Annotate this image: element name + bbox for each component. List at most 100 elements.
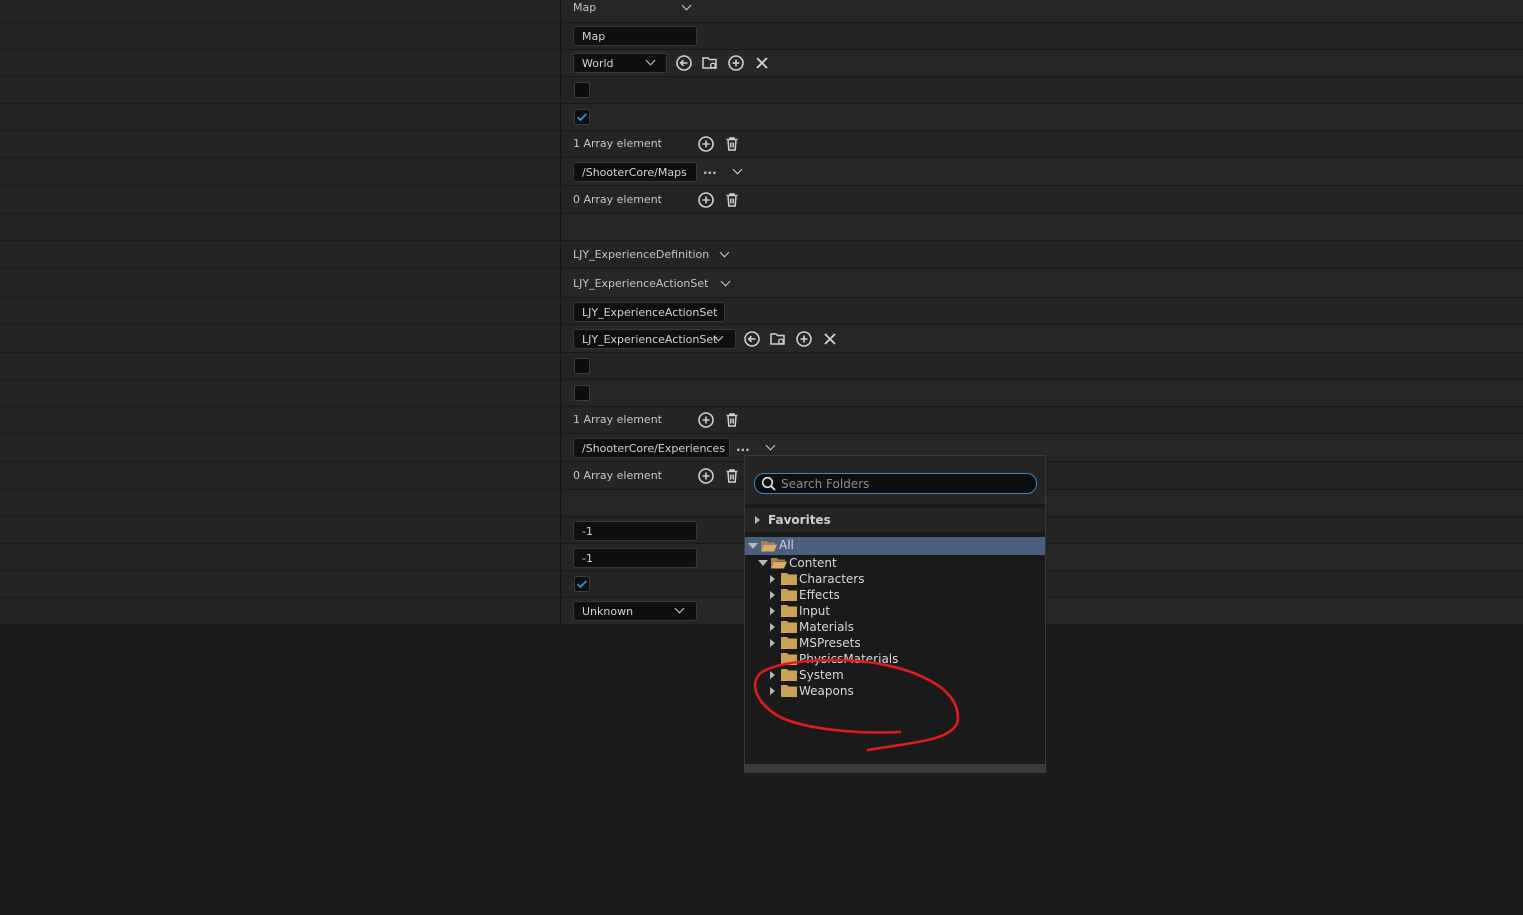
tree-item-input[interactable]: Input — [745, 603, 1045, 619]
property-row — [0, 186, 1523, 214]
browse-folder-icon[interactable] — [769, 330, 787, 348]
experience-action-set-label: LJY_ExperienceActionSet — [573, 277, 709, 290]
tree-item-label: PhysicsMaterials — [799, 652, 899, 666]
property-name-cell — [0, 269, 561, 297]
add-element-icon[interactable] — [697, 135, 715, 153]
checkbox-unchecked[interactable] — [574, 385, 590, 401]
folder-icon — [781, 573, 797, 585]
search-area — [745, 456, 1045, 504]
tree-item-label: Materials — [799, 620, 855, 634]
tree-item-physicsmaterials[interactable]: PhysicsMaterials — [745, 651, 1045, 667]
trash-icon[interactable] — [723, 467, 741, 485]
search-folders-input[interactable] — [781, 476, 1031, 491]
tree-item-characters[interactable]: Characters — [745, 571, 1045, 587]
clear-x-icon[interactable] — [753, 54, 771, 72]
folder-icon — [781, 637, 797, 649]
checkbox-unchecked[interactable] — [574, 358, 590, 374]
folder-icon — [781, 589, 797, 601]
search-box[interactable] — [754, 473, 1037, 494]
property-name-cell — [0, 0, 561, 22]
checkbox-unchecked[interactable] — [574, 82, 590, 98]
use-selected-icon[interactable] — [743, 330, 761, 348]
folder-icon — [781, 685, 797, 697]
property-name-cell — [0, 214, 561, 240]
property-name-cell — [0, 23, 561, 49]
tree-item-materials[interactable]: Materials — [745, 619, 1045, 635]
experiences-path-field[interactable]: /ShooterCore/Experiences — [573, 438, 730, 458]
horizontal-scrollbar[interactable] — [745, 764, 1045, 772]
ellipsis-button[interactable]: ... — [703, 163, 717, 177]
expand-arrow-icon[interactable] — [770, 591, 775, 599]
search-icon — [761, 476, 776, 491]
tree-item-weapons[interactable]: Weapons — [745, 683, 1045, 699]
favorites-section[interactable]: Favorites — [745, 508, 1045, 532]
property-row — [0, 407, 1523, 434]
property-name-cell — [0, 104, 561, 130]
property-row — [0, 23, 1523, 50]
property-name-cell — [0, 158, 561, 185]
numeric-field[interactable]: -1 — [573, 548, 697, 568]
array-count-label: 1 Array element — [573, 137, 662, 150]
expand-arrow-icon[interactable] — [770, 671, 775, 679]
collapse-arrow-icon[interactable] — [758, 560, 768, 566]
checkbox-checked[interactable] — [574, 109, 590, 125]
property-name-cell — [0, 186, 561, 213]
add-circle-icon[interactable] — [795, 330, 813, 348]
property-name-cell — [0, 50, 561, 76]
expand-arrow-icon[interactable] — [770, 623, 775, 631]
property-name-cell — [0, 380, 561, 406]
add-element-icon[interactable] — [697, 467, 715, 485]
property-row — [0, 298, 1523, 325]
add-element-icon[interactable] — [697, 191, 715, 209]
array-count-label: 0 Array element — [573, 193, 662, 206]
tree-item-content[interactable]: Content — [745, 555, 1045, 571]
tree-item-label: Content — [789, 556, 837, 570]
tree-item-system[interactable]: System — [745, 667, 1045, 683]
trash-icon[interactable] — [723, 411, 741, 429]
tree-item-label: Input — [799, 604, 831, 618]
action-set-combo-label: LJY_ExperienceActionSet — [582, 333, 718, 346]
use-selected-icon[interactable] — [675, 54, 693, 72]
map-name-field[interactable]: Map — [573, 26, 697, 46]
clear-x-icon[interactable] — [821, 330, 839, 348]
property-name-cell — [0, 353, 561, 379]
expand-arrow-icon[interactable] — [770, 607, 775, 615]
open-folder-icon — [761, 540, 777, 552]
expand-arrow-icon[interactable] — [755, 516, 760, 524]
tree-item-mspresets[interactable]: MSPresets — [745, 635, 1045, 651]
tree-item-effects[interactable]: Effects — [745, 587, 1045, 603]
check-icon — [576, 580, 588, 589]
trash-icon[interactable] — [723, 191, 741, 209]
property-name-cell — [0, 407, 561, 433]
array-count-label: 1 Array element — [573, 413, 662, 426]
expand-arrow-icon[interactable] — [770, 687, 775, 695]
add-circle-icon[interactable] — [727, 54, 745, 72]
map-type-combo[interactable]: Map — [573, 1, 596, 14]
map-type-label: Map — [573, 1, 597, 14]
action-set-combo[interactable]: LJY_ExperienceActionSet — [573, 329, 736, 349]
experience-definition-combo[interactable]: LJY_ExperienceDefinition — [573, 248, 709, 261]
action-set-field[interactable]: LJY_ExperienceActionSet — [573, 302, 725, 322]
ellipsis-button[interactable]: ... — [736, 440, 750, 454]
experience-action-set-combo[interactable]: LJY_ExperienceActionSet — [573, 277, 708, 290]
expand-arrow-icon[interactable] — [770, 639, 775, 647]
property-name-cell — [0, 571, 561, 597]
add-element-icon[interactable] — [697, 411, 715, 429]
maps-path-field[interactable]: /ShooterCore/Maps — [573, 162, 697, 182]
unknown-combo-label: Unknown — [582, 605, 634, 618]
collapse-arrow-icon[interactable] — [748, 543, 758, 549]
checkbox-checked[interactable] — [574, 576, 590, 592]
favorites-label: Favorites — [768, 513, 831, 527]
expand-arrow-icon[interactable] — [770, 575, 775, 583]
tree-item-label: System — [799, 668, 844, 682]
property-name-cell — [0, 325, 561, 352]
property-row — [0, 131, 1523, 158]
browse-folder-icon[interactable] — [701, 54, 719, 72]
property-row — [0, 0, 1523, 23]
property-name-cell — [0, 77, 561, 103]
tree-item-all[interactable]: All — [745, 537, 1045, 555]
property-row — [0, 353, 1523, 380]
numeric-field[interactable]: -1 — [573, 521, 697, 541]
property-value-cell — [562, 23, 1523, 49]
trash-icon[interactable] — [723, 135, 741, 153]
